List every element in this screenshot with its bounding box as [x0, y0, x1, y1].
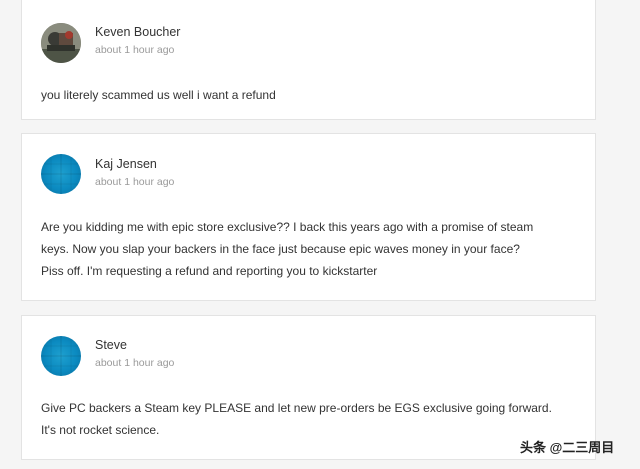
comment-line: Piss off. I'm requesting a refund and re… [41, 264, 378, 278]
comment-card: Keven Boucher about 1 hour ago you liter… [21, 0, 596, 120]
user-avatar[interactable] [41, 336, 81, 376]
comment-timestamp[interactable]: about 1 hour ago [95, 44, 174, 56]
avatar-photo-icon [41, 23, 81, 63]
comment-line: keys. Now you slap your backers in the f… [41, 242, 520, 256]
comment-line: you literely scammed us well i want a re… [41, 88, 276, 102]
user-avatar[interactable] [41, 154, 81, 194]
comment-timestamp[interactable]: about 1 hour ago [95, 357, 174, 369]
comment-timestamp[interactable]: about 1 hour ago [95, 176, 174, 188]
author-name[interactable]: Steve [95, 338, 127, 352]
author-name[interactable]: Kaj Jensen [95, 157, 157, 171]
comment-line: Give PC backers a Steam key PLEASE and l… [41, 401, 552, 415]
comment-card: Kaj Jensen about 1 hour ago Are you kidd… [21, 133, 596, 301]
comment-line: It's not rocket science. [41, 423, 160, 437]
comment-line: Are you kidding me with epic store exclu… [41, 220, 534, 234]
comment-card: Steve about 1 hour ago Give PC backers a… [21, 315, 596, 460]
watermark: 头条 @二三周目 [520, 440, 615, 455]
comment-body: you literely scammed us well i want a re… [41, 84, 586, 106]
comment-body: Give PC backers a Steam key PLEASE and l… [41, 397, 586, 441]
author-name[interactable]: Keven Boucher [95, 25, 180, 39]
comment-body: Are you kidding me with epic store exclu… [41, 216, 586, 282]
user-avatar[interactable] [41, 23, 81, 63]
